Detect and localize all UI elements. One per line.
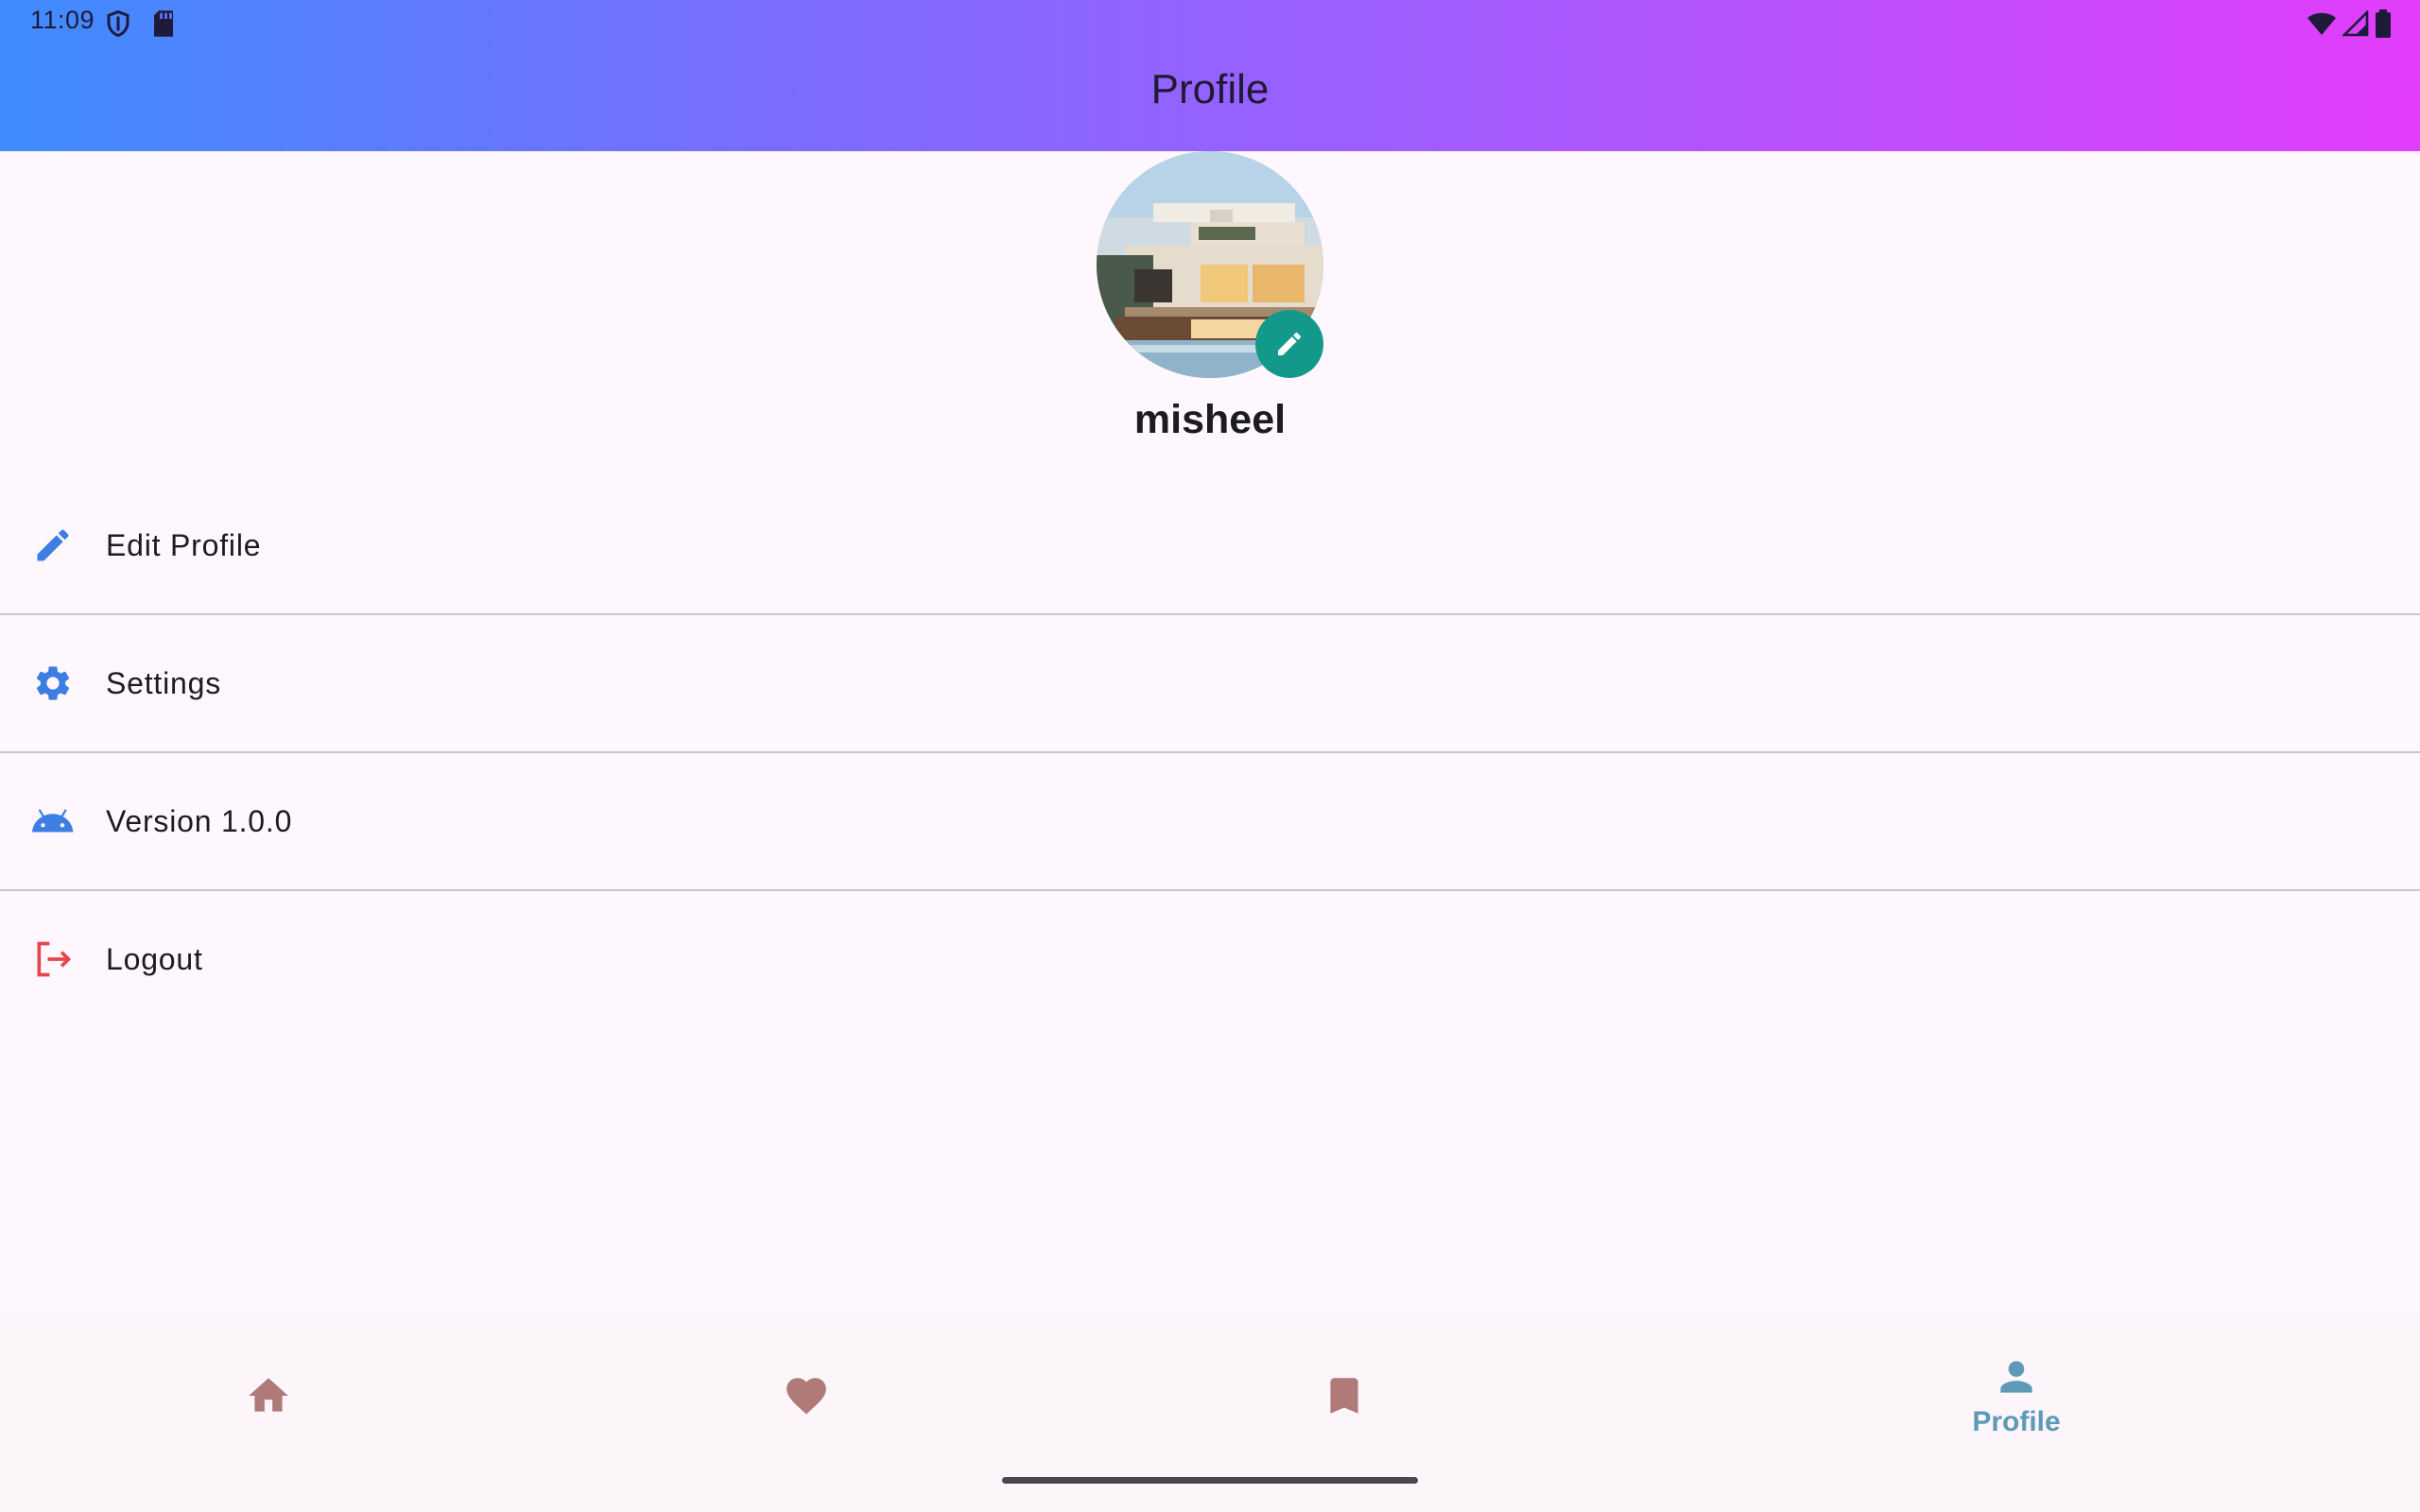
nav-item-saved[interactable] bbox=[1231, 1315, 1458, 1476]
menu-item-label: Edit Profile bbox=[106, 527, 262, 562]
profile-avatar[interactable] bbox=[1097, 151, 1323, 378]
page-title: Profile bbox=[1150, 66, 1270, 112]
status-bar: 11:09 bbox=[0, 0, 2420, 45]
sd-card-icon bbox=[154, 10, 173, 37]
shield-icon bbox=[107, 9, 130, 38]
heart-icon bbox=[786, 1378, 826, 1415]
menu-item-label: Settings bbox=[106, 665, 222, 700]
edit-avatar-button[interactable] bbox=[1255, 310, 1323, 378]
menu-item-label: Logout bbox=[106, 941, 203, 976]
menu-item-settings[interactable]: Settings bbox=[0, 615, 2420, 751]
menu-item-edit-profile[interactable]: Edit Profile bbox=[0, 477, 2420, 613]
home-icon bbox=[249, 1378, 288, 1412]
person-icon bbox=[2000, 1361, 2032, 1393]
battery-icon bbox=[2376, 9, 2391, 38]
status-time: 11:09 bbox=[30, 6, 95, 34]
app-bar: 11:09 Profile bbox=[0, 0, 2420, 151]
status-right-icons bbox=[2307, 9, 2392, 38]
nav-item-profile[interactable]: Profile bbox=[1903, 1315, 2130, 1476]
bookmark-icon bbox=[1330, 1378, 1358, 1414]
nav-label-profile: Profile bbox=[1972, 1406, 2061, 1437]
cell-signal-icon bbox=[2342, 10, 2369, 37]
logout-icon bbox=[30, 936, 76, 982]
home-indicator[interactable] bbox=[1002, 1477, 1418, 1484]
wifi-icon bbox=[2308, 12, 2336, 35]
profile-menu: Edit Profile Settings Version 1.0.0 Logo… bbox=[0, 477, 2420, 1027]
menu-item-label: Version 1.0.0 bbox=[106, 803, 293, 838]
pencil-icon bbox=[1278, 332, 1302, 355]
menu-item-logout[interactable]: Logout bbox=[0, 891, 2420, 1027]
gear-icon bbox=[30, 661, 76, 706]
nav-item-home[interactable] bbox=[155, 1315, 382, 1476]
username: misheel bbox=[1133, 397, 1287, 442]
nav-item-favorites[interactable] bbox=[693, 1315, 920, 1476]
pencil-icon bbox=[30, 523, 76, 568]
menu-item-version[interactable]: Version 1.0.0 bbox=[0, 753, 2420, 889]
android-icon bbox=[30, 799, 76, 844]
